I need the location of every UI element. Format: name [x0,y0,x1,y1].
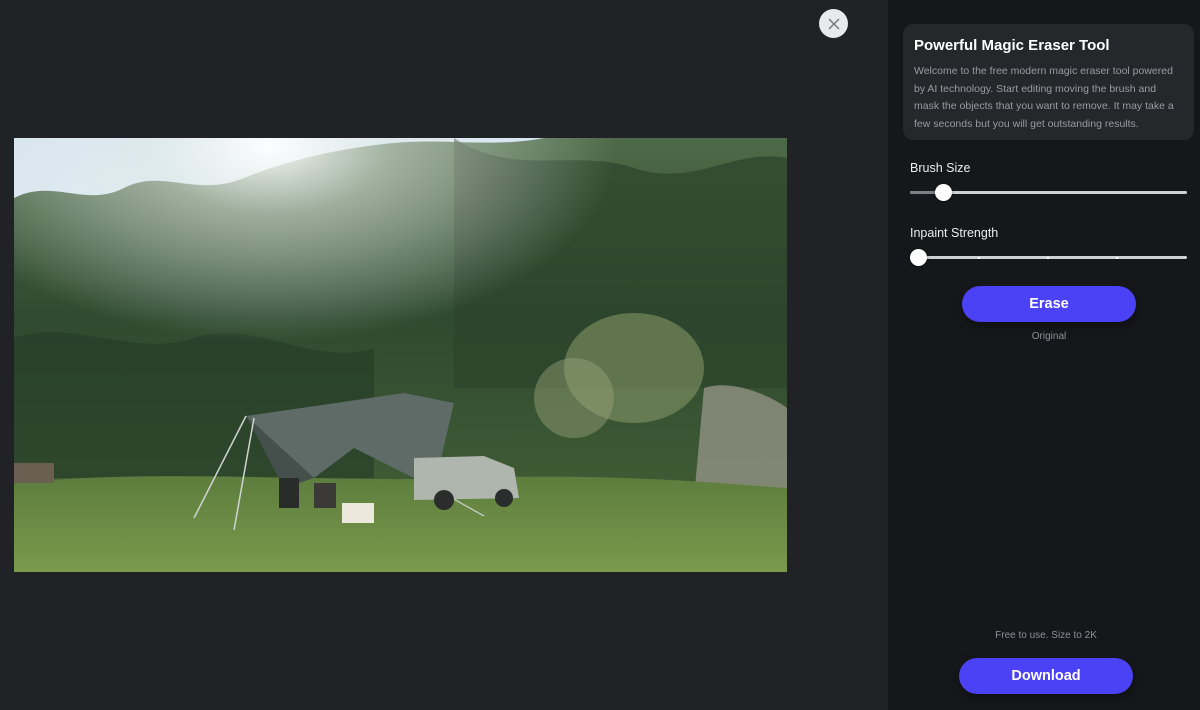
erase-button[interactable]: Erase [962,286,1136,322]
close-icon [828,18,839,29]
original-toggle[interactable]: Original [962,331,1136,342]
tool-title: Powerful Magic Eraser Tool [914,37,1110,54]
close-button[interactable] [819,9,848,38]
free-note: Free to use. Size to 2K [995,630,1097,641]
brush-size-thumb[interactable] [935,184,953,201]
tool-description: Welcome to the free modern magic eraser … [914,65,1174,130]
inpaint-strength-slider[interactable] [910,248,1187,268]
download-button[interactable]: Download [959,658,1133,694]
settings-panel: Powerful Magic Eraser Tool Welcome to th… [888,0,1200,710]
editable-photo[interactable] [14,138,787,572]
inpaint-strength-label: Inpaint Strength [910,226,999,240]
photo-image [14,138,787,572]
brush-size-slider[interactable] [910,183,1187,203]
slider-tick [978,256,980,259]
brush-size-label: Brush Size [910,161,971,175]
canvas-area [0,0,888,710]
info-card: Powerful Magic Eraser Tool Welcome to th… [903,24,1194,140]
slider-tick [1116,256,1118,259]
slider-tick [1047,256,1049,259]
inpaint-strength-thumb[interactable] [910,249,927,266]
